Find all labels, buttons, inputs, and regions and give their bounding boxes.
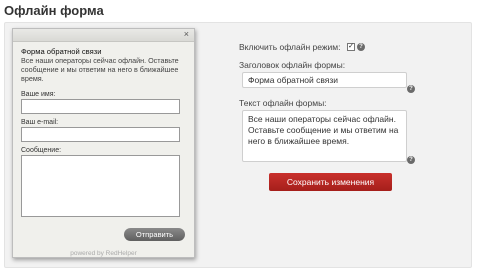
name-input[interactable] [21, 99, 180, 114]
widget-title: Форма обратной связи [21, 47, 102, 56]
help-icon[interactable]: ? [357, 43, 365, 51]
page-title: Офлайн форма [4, 3, 104, 18]
text-textarea[interactable]: Все наши операторы сейчас офлайн. Оставь… [242, 110, 407, 162]
enable-offline-label: Включить офлайн режим: [239, 42, 341, 52]
settings-panel: × Форма обратной связи Все наши оператор… [4, 22, 472, 268]
header-label: Заголовок офлайн формы: [239, 60, 346, 70]
message-label: Сообщение: [21, 147, 62, 154]
help-icon[interactable]: ? [407, 156, 415, 164]
name-label: Ваше имя: [21, 91, 56, 98]
text-label: Текст офлайн формы: [239, 98, 327, 108]
send-button[interactable]: Отправить [124, 228, 185, 241]
close-icon[interactable]: × [184, 29, 189, 39]
message-textarea[interactable] [21, 155, 180, 217]
offline-widget-preview: × Форма обратной связи Все наши оператор… [12, 28, 195, 258]
powered-by-text: powered by RedHelper [70, 250, 137, 257]
email-label: Ваш e-mail: [21, 119, 59, 126]
widget-description: Все наши операторы сейчас офлайн. Оставь… [21, 56, 179, 83]
widget-topbar: × [13, 29, 194, 42]
save-changes-button[interactable]: Сохранить изменения [269, 173, 392, 191]
enable-offline-checkbox[interactable]: ✓ [347, 43, 355, 51]
help-icon[interactable]: ? [407, 85, 415, 93]
header-input[interactable]: Форма обратной связи [242, 72, 407, 88]
email-input[interactable] [21, 127, 180, 142]
